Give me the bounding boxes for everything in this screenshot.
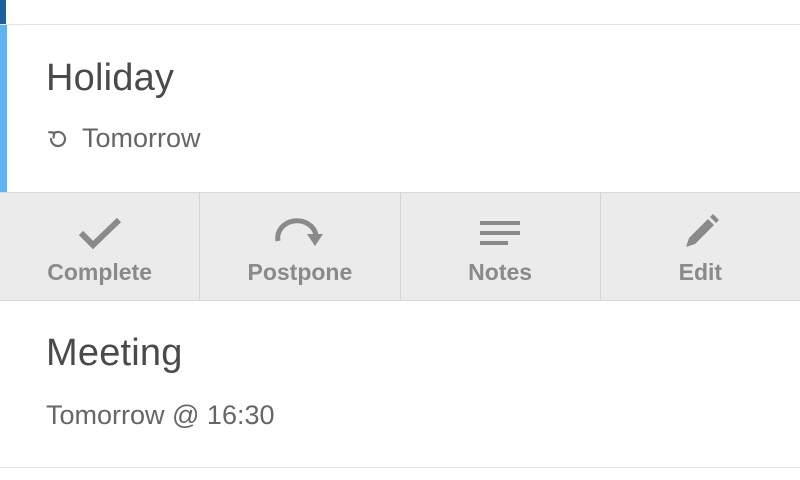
notes-button[interactable]: Notes — [399, 193, 600, 300]
notes-icon — [473, 213, 527, 253]
task-due-text: Tomorrow @ 16:30 — [46, 400, 275, 430]
edit-button[interactable]: Edit — [599, 193, 800, 300]
task-item-meeting[interactable]: Meeting Tomorrow @ 16:30 — [0, 302, 800, 468]
postpone-arrow-icon — [273, 213, 327, 253]
check-icon — [73, 213, 127, 253]
repeat-icon — [46, 127, 70, 151]
task-title: Meeting — [46, 332, 183, 374]
postpone-button-label: Postpone — [247, 259, 353, 285]
notes-button-label: Notes — [468, 259, 533, 285]
task-title: Holiday — [46, 57, 175, 99]
complete-button[interactable]: Complete — [0, 193, 199, 300]
task-action-bar: Complete Postpone Notes Edit — [0, 192, 800, 301]
postpone-button[interactable]: Postpone — [199, 193, 399, 300]
task-due-text: Tomorrow — [82, 123, 201, 153]
task-due: Tomorrow @ 16:30 — [46, 400, 275, 431]
edit-button-label: Edit — [678, 259, 723, 285]
pencil-icon — [673, 213, 727, 253]
task-item-holiday[interactable]: Holiday Tomorrow — [0, 25, 800, 192]
task-list-screen: Holiday Tomorrow Complete Postpone Notes… — [0, 0, 800, 480]
previous-task-row[interactable] — [0, 0, 800, 25]
complete-button-label: Complete — [47, 259, 153, 285]
task-due: Tomorrow — [46, 123, 201, 154]
selected-task-accent — [0, 25, 7, 192]
previous-task-accent — [0, 0, 6, 24]
